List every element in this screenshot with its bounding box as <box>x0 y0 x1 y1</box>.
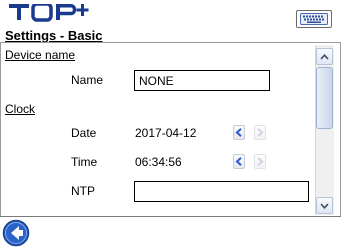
date-increment-button[interactable] <box>254 125 266 140</box>
section-heading-clock: Clock <box>5 102 36 116</box>
time-value: 06:34:56 <box>135 155 182 169</box>
scrollbar-thumb[interactable] <box>316 67 333 129</box>
time-increment-button[interactable] <box>254 154 266 169</box>
date-value: 2017-04-12 <box>135 126 197 140</box>
top-plus-logo <box>9 2 89 22</box>
scroll-down-button[interactable] <box>316 197 333 214</box>
section-heading-device-name: Device name <box>5 48 76 62</box>
chevron-left-icon <box>235 157 242 166</box>
chevron-up-icon <box>320 53 329 60</box>
time-label: Time <box>71 155 98 169</box>
header-divider <box>0 42 341 43</box>
date-decrement-button[interactable] <box>233 125 245 140</box>
back-arrow-icon <box>2 219 30 247</box>
ntp-label: NTP <box>71 184 95 198</box>
footer-divider <box>0 216 341 217</box>
chevron-right-icon <box>257 157 264 166</box>
name-label: Name <box>71 73 104 87</box>
keyboard-icon <box>300 13 328 25</box>
date-label: Date <box>71 126 97 140</box>
chevron-left-icon <box>235 128 242 137</box>
time-decrement-button[interactable] <box>233 154 245 169</box>
page-title: Settings - Basic <box>5 28 103 43</box>
chevron-right-icon <box>257 128 264 137</box>
back-button[interactable] <box>2 219 30 247</box>
ntp-field[interactable] <box>134 181 309 202</box>
app-logo <box>9 2 109 28</box>
name-field[interactable] <box>134 70 270 91</box>
content-border-left <box>0 42 1 217</box>
keyboard-button[interactable] <box>296 10 332 28</box>
chevron-down-icon <box>320 202 329 209</box>
scroll-up-button[interactable] <box>316 48 333 65</box>
